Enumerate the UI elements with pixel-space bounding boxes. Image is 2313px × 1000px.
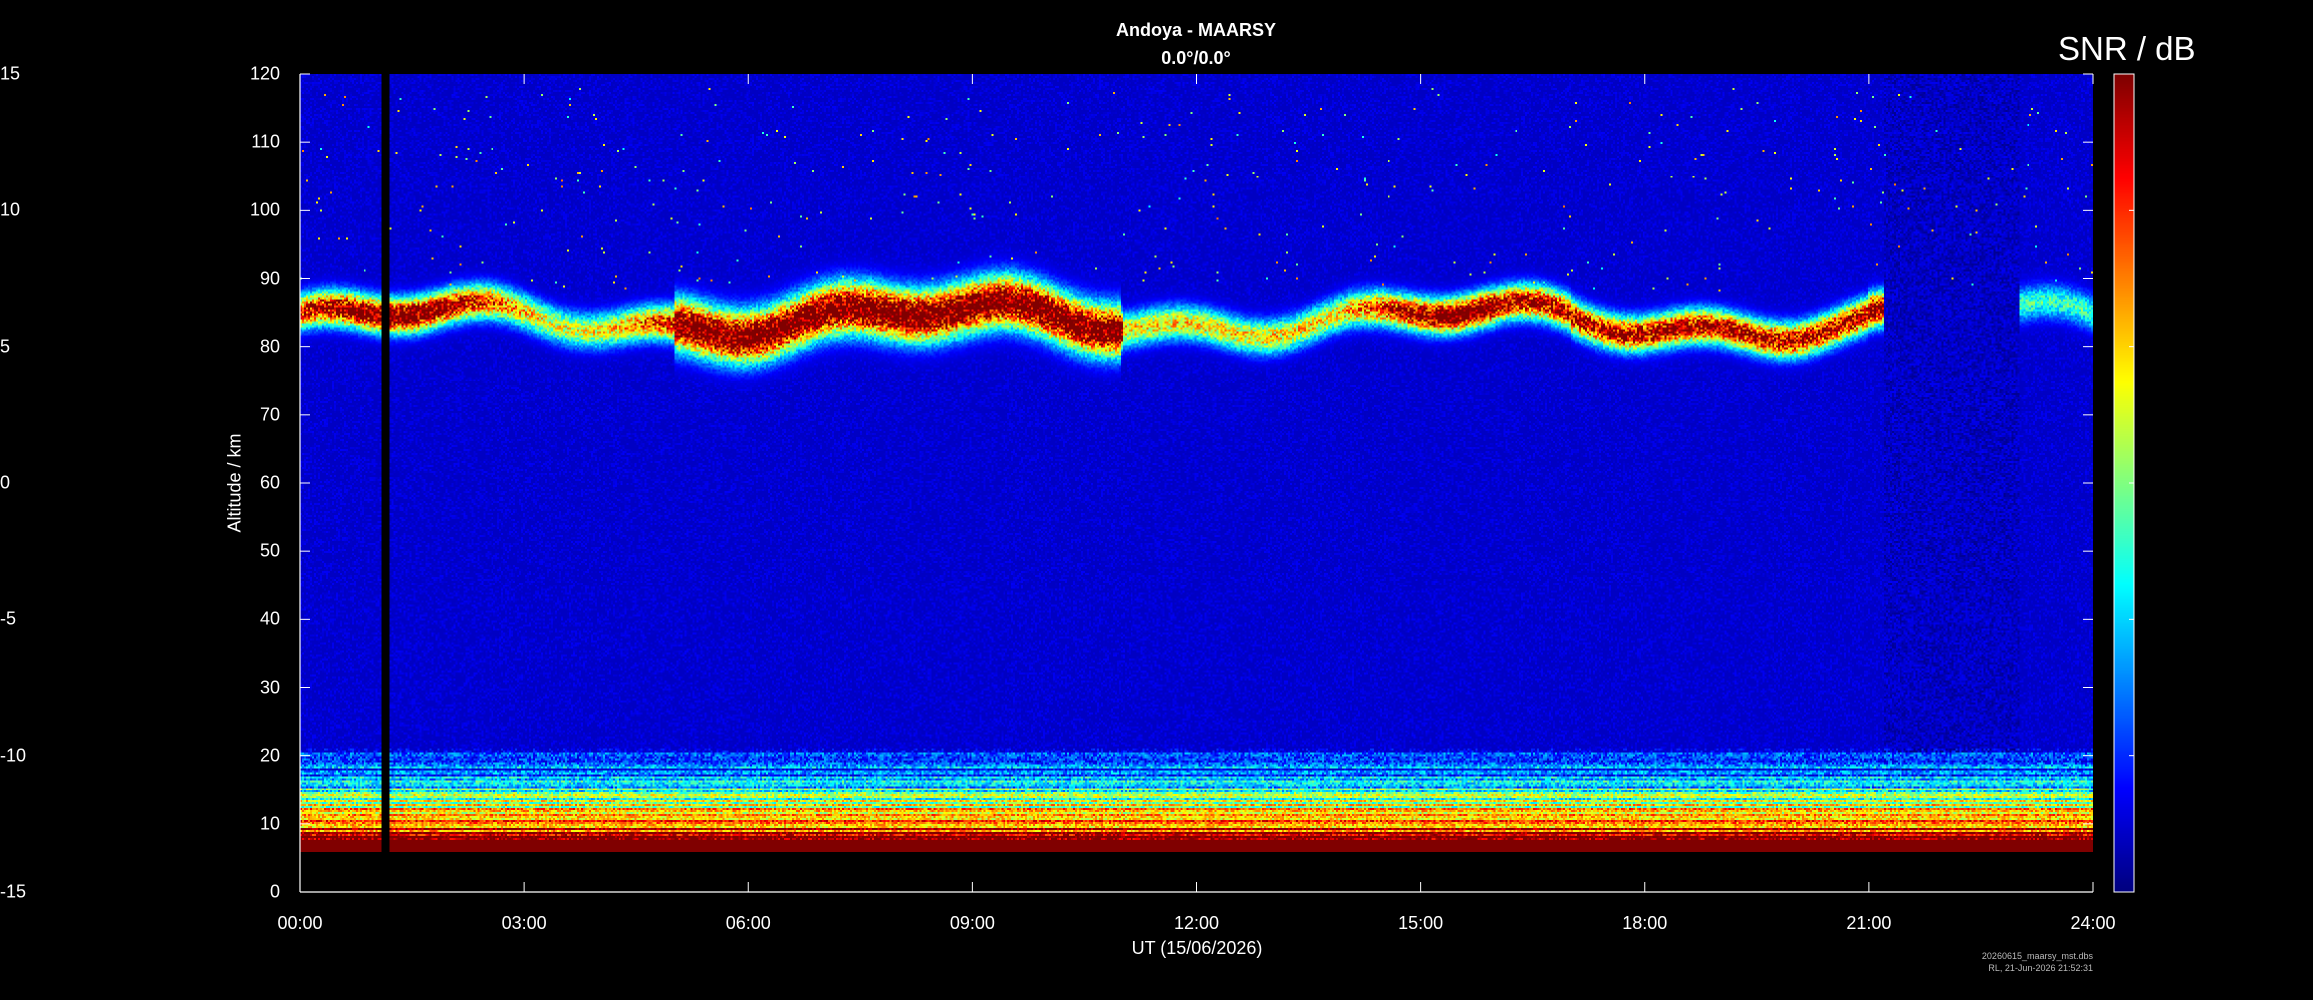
x-tick-label: 21:00 — [1846, 913, 1892, 933]
colorbar-label: SNR / dB — [2058, 30, 2196, 67]
file-name: 20260615_maarsy_mst.dbs — [1981, 951, 2093, 961]
chart-title: Andoya - MAARSY — [1115, 20, 1276, 40]
x-tick-label: 12:00 — [1173, 913, 1220, 933]
generation-timestamp: RL, 21-Jun-2026 21:52:31 — [1988, 963, 2093, 973]
y-tick-label: 0 — [269, 881, 280, 902]
colorbar-tick-label: 5 — [0, 336, 11, 357]
colorbar-tick-label: -10 — [0, 745, 27, 766]
y-tick-label: 40 — [259, 608, 280, 629]
y-axis-label: Altitude / km — [224, 433, 245, 533]
y-tick-label: 50 — [259, 540, 280, 561]
colorbar — [2114, 74, 2134, 892]
figure: Andoya - MAARSY 0.0°/0.0° SNR / dB Altit… — [0, 0, 2313, 1000]
x-tick-label: 15:00 — [1398, 913, 1444, 933]
x-tick-label: 06:00 — [725, 913, 771, 933]
chart-subtitle: 0.0°/0.0° — [1161, 48, 1231, 68]
colorbar-tick-label: -15 — [0, 881, 27, 902]
y-tick-label: 70 — [259, 404, 280, 425]
y-tick-label: 30 — [259, 677, 280, 697]
colorbar-tick-label: 0 — [0, 472, 11, 493]
plot-area — [300, 74, 2093, 892]
x-tick-label: 00:00 — [277, 913, 323, 933]
y-tick-label: 110 — [251, 131, 280, 152]
colorbar-tick-label: 15 — [0, 63, 21, 84]
y-tick-label: 100 — [249, 199, 280, 220]
colorbar-gradient — [2114, 74, 2134, 892]
y-tick-label: 60 — [259, 472, 280, 493]
y-tick-label: 20 — [259, 745, 280, 766]
y-tick-label: 90 — [259, 268, 280, 288]
y-tick-label: 10 — [259, 813, 280, 834]
x-tick-label: 18:00 — [1622, 913, 1668, 933]
x-tick-label: 24:00 — [2070, 913, 2116, 933]
colorbar-tick-label: -5 — [0, 608, 17, 629]
x-tick-label: 03:00 — [501, 913, 547, 933]
y-tick-label: 120 — [249, 63, 280, 84]
y-tick-label: 80 — [259, 336, 280, 357]
x-tick-label: 09:00 — [949, 913, 995, 933]
colorbar-tick-label: 10 — [0, 199, 21, 220]
x-axis-label: UT (15/06/2026) — [1131, 938, 1263, 958]
file-info: 20260615_maarsy_mst.dbs RL, 21-Jun-2026 … — [1982, 950, 2093, 974]
snr-heatmap — [300, 74, 2093, 892]
